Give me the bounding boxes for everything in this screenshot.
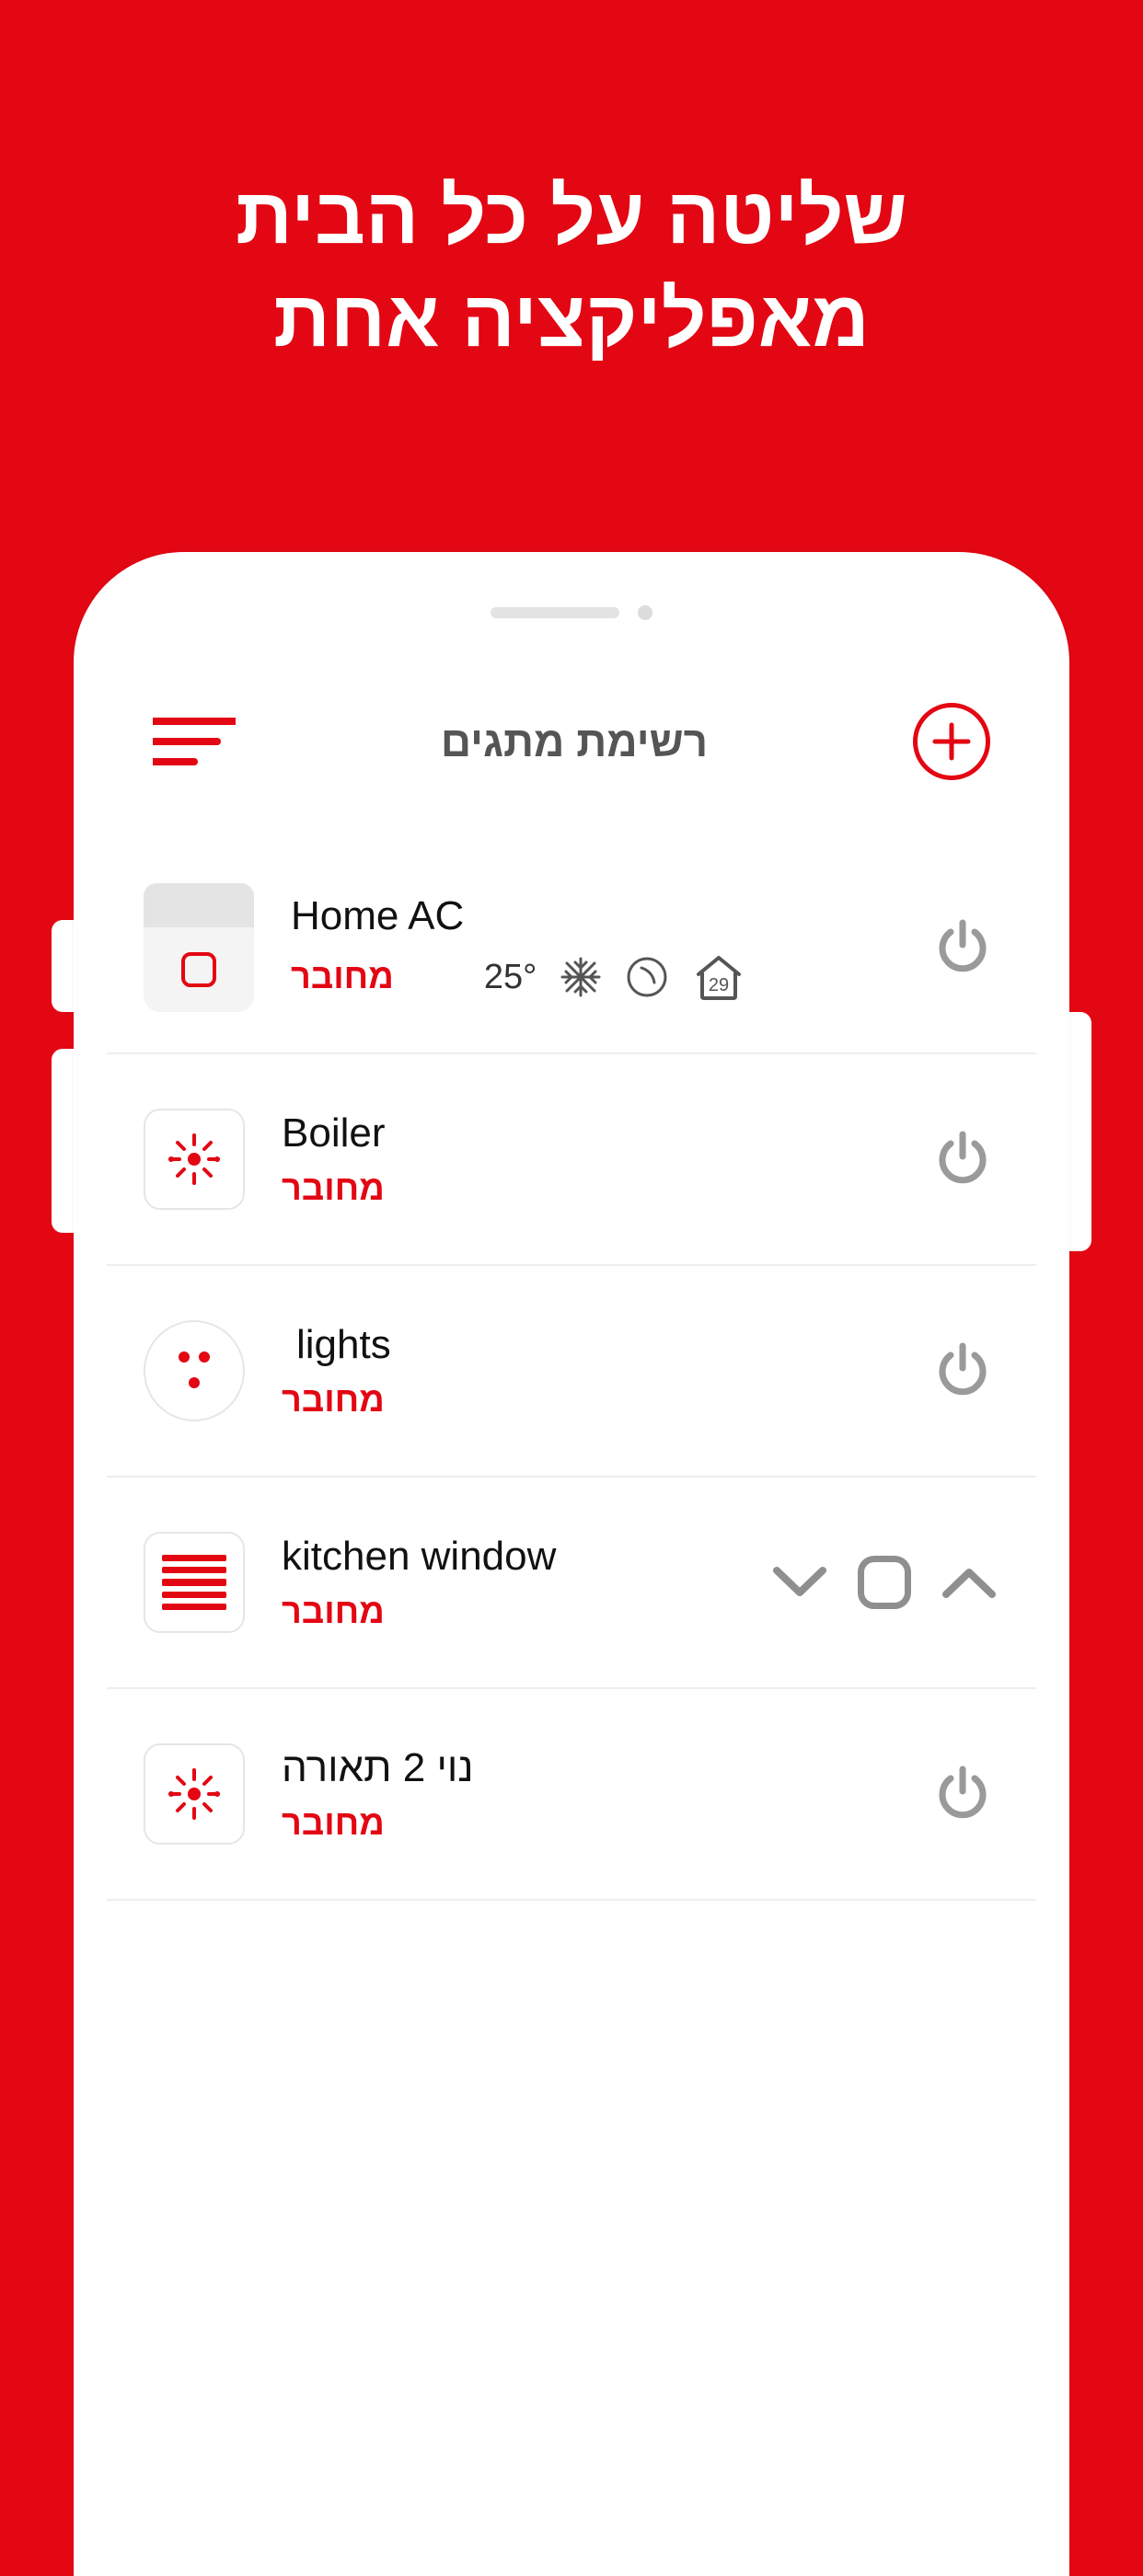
device-info: Boiler מחובר: [245, 1110, 926, 1209]
device-name: נוי 2 תאורה: [282, 1745, 926, 1791]
shutter-controls: [769, 1556, 999, 1609]
indoor-temp-label: 29: [709, 975, 729, 995]
promo-headline: שליטה על כל הבית מאפליקציה אחת: [0, 166, 1143, 372]
phone-frame: רשימת מתגים Home AC מחובר: [74, 552, 1069, 2576]
phone-volume-button: [52, 1049, 74, 1233]
shutter-down-button[interactable]: [769, 1561, 830, 1604]
menu-icon: [153, 714, 236, 769]
device-row-home-ac[interactable]: Home AC מחובר 25°: [107, 843, 1036, 1054]
app-header: רשימת מתגים: [107, 686, 1036, 797]
promo-line1: שליטה על כל הבית: [0, 166, 1143, 269]
blinds-icon: [144, 1532, 245, 1633]
phone-side-button: [52, 920, 74, 1012]
boiler-icon: [144, 1109, 245, 1210]
device-status: מחובר: [291, 958, 394, 997]
phone-power-button: [1069, 1012, 1091, 1251]
sun-icon: [165, 1130, 224, 1189]
device-info: נוי 2 תאורה מחובר: [245, 1745, 926, 1844]
device-list: Home AC מחובר 25°: [107, 843, 1036, 1901]
phone-notch: [378, 585, 765, 640]
device-status: מחובר: [282, 1169, 926, 1209]
device-row-noy2[interactable]: נוי 2 תאורה מחובר: [107, 1689, 1036, 1901]
snowflake-icon: [559, 955, 603, 999]
lights-icon: [144, 1320, 245, 1421]
power-button[interactable]: [926, 1757, 999, 1831]
device-subinfo: מחובר 25°: [291, 952, 926, 1002]
device-name: kitchen window: [282, 1534, 769, 1580]
promo-line2: מאפליקציה אחת: [0, 269, 1143, 372]
menu-button[interactable]: [153, 714, 236, 769]
power-icon: [930, 1339, 995, 1403]
power-button[interactable]: [926, 1334, 999, 1408]
device-status: מחובר: [282, 1593, 769, 1632]
device-row-kitchen-window[interactable]: kitchen window מחובר: [107, 1478, 1036, 1689]
set-temperature: 25°: [484, 958, 537, 997]
power-icon: [930, 1762, 995, 1826]
device-row-lights[interactable]: lights מחובר: [107, 1266, 1036, 1478]
device-name: Home AC: [291, 893, 926, 939]
device-row-boiler[interactable]: Boiler מחובר: [107, 1054, 1036, 1266]
device-info: kitchen window מחובר: [245, 1534, 769, 1632]
power-icon: [930, 915, 995, 980]
ac-icon: [144, 883, 254, 1012]
shutter-stop-button[interactable]: [858, 1556, 911, 1609]
light-icon: [144, 1743, 245, 1845]
device-status: מחובר: [282, 1804, 926, 1844]
plus-icon: [929, 719, 974, 764]
blinds-lines-icon: [162, 1555, 226, 1610]
fan-speed-icon: [625, 955, 669, 999]
device-info: lights מחובר: [245, 1322, 926, 1420]
sun-icon: [165, 1765, 224, 1823]
device-status: מחובר: [282, 1381, 926, 1420]
shutter-up-button[interactable]: [939, 1561, 999, 1604]
three-dots-icon: [171, 1348, 217, 1394]
power-icon: [930, 1127, 995, 1191]
home-temp-icon: 29: [691, 952, 746, 1002]
device-info: Home AC מחובר 25°: [254, 893, 926, 1002]
add-device-button[interactable]: [913, 703, 990, 780]
device-name: Boiler: [282, 1110, 926, 1156]
device-name: lights: [282, 1322, 926, 1368]
page-title: רשימת מתגים: [441, 717, 708, 766]
power-button[interactable]: [926, 911, 999, 984]
power-button[interactable]: [926, 1122, 999, 1196]
phone-screen: רשימת מתגים Home AC מחובר: [107, 585, 1036, 2576]
